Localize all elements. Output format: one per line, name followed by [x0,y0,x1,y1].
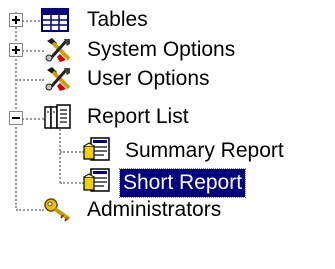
tree-view[interactable]: Tables System Options User Options Repor… [0,0,335,269]
tree-item-system-options[interactable]: System Options [84,35,238,65]
tree-connector-user-options [16,79,44,81]
key-icon [43,196,73,222]
report-book-icon [43,104,73,130]
tree-connector-short-report [60,182,84,184]
collapse-report-list-button[interactable] [9,111,23,125]
tree-item-summary-report[interactable]: Summary Report [122,136,287,166]
tree-connector-report-children [59,126,61,183]
tools-icon [43,37,73,63]
tree-item-administrators[interactable]: Administrators [84,195,224,225]
tree-connector-summary-report [60,151,84,153]
tree-connector-system-options [22,50,44,52]
report-page-icon [82,168,112,194]
tree-item-short-report[interactable]: Short Report [118,168,247,198]
tree-item-report-list[interactable]: Report List [84,102,192,132]
tree-item-user-options[interactable]: User Options [84,64,213,94]
tree-connector-administrators [16,209,44,211]
expand-system-options-button[interactable] [9,43,23,57]
tree-item-tables[interactable]: Tables [84,5,151,35]
tree-connector-report-list [22,118,44,120]
report-page-icon [82,137,112,163]
expand-tables-button[interactable] [9,13,23,27]
table-grid-icon [41,7,71,33]
tree-connector-root [15,12,17,208]
tools-icon [43,66,73,92]
